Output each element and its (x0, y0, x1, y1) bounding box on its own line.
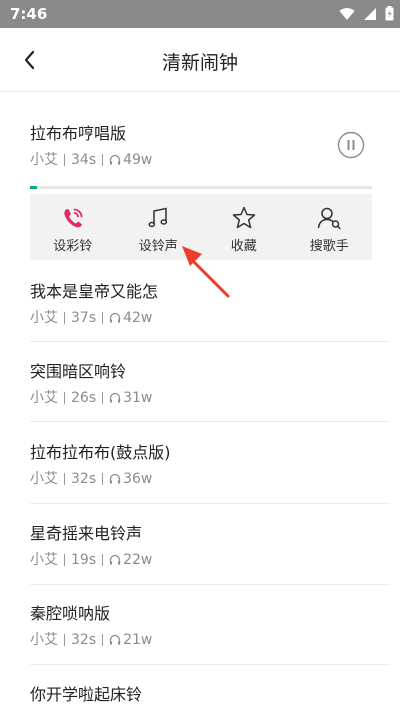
headphone-icon (109, 634, 121, 646)
playback-progress-bar[interactable] (30, 186, 372, 189)
status-bar: 7:46 (0, 0, 400, 28)
page-title: 清新闹钟 (161, 52, 238, 74)
meta-separator (102, 312, 104, 324)
song-title: 秦腔唢呐版 (30, 604, 111, 623)
song-artist: 小艾 (30, 552, 58, 568)
headphone-icon (109, 312, 121, 324)
favorite-button[interactable]: 收藏 (201, 194, 287, 260)
song-plays: 22w (123, 552, 153, 568)
song-meta: 小艾 32s 36w (30, 470, 372, 488)
song-list-item[interactable]: 你开学啦起床铃 (30, 685, 372, 705)
phone-ring-icon (64, 208, 83, 228)
song-meta: 小艾 34s 49w (30, 151, 372, 169)
app-header: 清新闹钟 (0, 28, 400, 92)
song-plays: 49w (123, 152, 153, 168)
song-plays: 42w (123, 310, 153, 326)
status-time: 7:46 (10, 5, 48, 23)
action-label: 设彩铃 (53, 239, 93, 254)
system-icons (339, 6, 394, 21)
song-duration: 34s (71, 152, 97, 168)
set-ringtone-button[interactable]: 设铃声 (116, 194, 202, 260)
list-divider (30, 341, 390, 342)
song-title: 星奇摇来电铃声 (30, 524, 143, 543)
song-meta: 小艾 37s 42w (30, 309, 372, 327)
song-meta: 小艾 26s 31w (30, 389, 372, 407)
meta-separator (102, 154, 104, 166)
list-divider (30, 584, 390, 585)
song-meta: 小艾 32s 21w (30, 631, 372, 649)
song-artist: 小艾 (30, 310, 58, 326)
song-list-item[interactable]: 我本是皇帝又能怎 小艾 37s 42w (30, 282, 372, 327)
song-title: 你开学啦起床铃 (30, 685, 143, 704)
meta-separator (102, 392, 104, 404)
song-list-item[interactable]: 星奇摇来电铃声 小艾 19s 22w (30, 524, 372, 569)
action-label: 设铃声 (138, 239, 178, 254)
set-color-ring-button[interactable]: 设彩铃 (30, 194, 116, 260)
list-divider (30, 503, 390, 504)
meta-separator (64, 154, 65, 166)
song-title: 我本是皇帝又能怎 (30, 282, 159, 301)
headphone-icon (109, 392, 121, 404)
song-title: 拉布布哼唱版 (30, 124, 127, 143)
song-artist: 小艾 (30, 390, 58, 406)
meta-separator (64, 312, 65, 324)
signal-icon (364, 7, 376, 20)
meta-separator (64, 392, 65, 404)
music-note-icon (148, 207, 168, 228)
action-label: 搜歌手 (309, 239, 349, 254)
song-artist: 小艾 (30, 632, 58, 648)
song-duration: 32s (71, 632, 97, 648)
headphone-icon (109, 473, 121, 485)
song-list-item[interactable]: 秦腔唢呐版 小艾 32s 21w (30, 604, 372, 649)
song-plays: 36w (123, 471, 153, 487)
meta-separator (64, 634, 65, 646)
song-artist: 小艾 (30, 471, 58, 487)
meta-separator (102, 554, 104, 566)
meta-separator (102, 473, 104, 485)
list-divider (30, 664, 390, 665)
meta-separator (102, 634, 104, 646)
action-label: 收藏 (230, 239, 257, 254)
person-search-icon (318, 207, 341, 230)
current-song-item[interactable]: 拉布布哼唱版 小艾 34s 49w (30, 124, 372, 169)
meta-separator (64, 473, 65, 485)
song-meta: 小艾 19s 22w (30, 551, 372, 569)
song-list-item[interactable]: 拉布拉布布(鼓点版) 小艾 32s 36w (30, 443, 372, 488)
pause-icon (337, 131, 365, 159)
song-list-item[interactable]: 突围暗区响铃 小艾 26s 31w (30, 362, 372, 407)
battery-icon (385, 6, 394, 21)
song-duration: 26s (71, 390, 97, 406)
progress-fill (30, 186, 37, 189)
headphone-icon (109, 554, 121, 566)
song-duration: 32s (71, 471, 97, 487)
song-duration: 37s (71, 310, 97, 326)
headphone-icon (109, 154, 121, 166)
star-icon (232, 206, 255, 229)
list-divider (30, 421, 390, 422)
pause-button[interactable] (337, 131, 365, 159)
search-singer-button[interactable]: 搜歌手 (287, 194, 373, 260)
song-title: 拉布拉布布(鼓点版) (30, 443, 171, 462)
song-duration: 19s (71, 552, 97, 568)
song-plays: 21w (123, 632, 153, 648)
song-plays: 31w (123, 390, 153, 406)
song-action-bar: 设彩铃 设铃声 收藏 搜歌手 (30, 194, 372, 260)
song-title: 突围暗区响铃 (30, 362, 127, 381)
wifi-icon (339, 7, 355, 20)
song-artist: 小艾 (30, 152, 58, 168)
meta-separator (64, 554, 65, 566)
